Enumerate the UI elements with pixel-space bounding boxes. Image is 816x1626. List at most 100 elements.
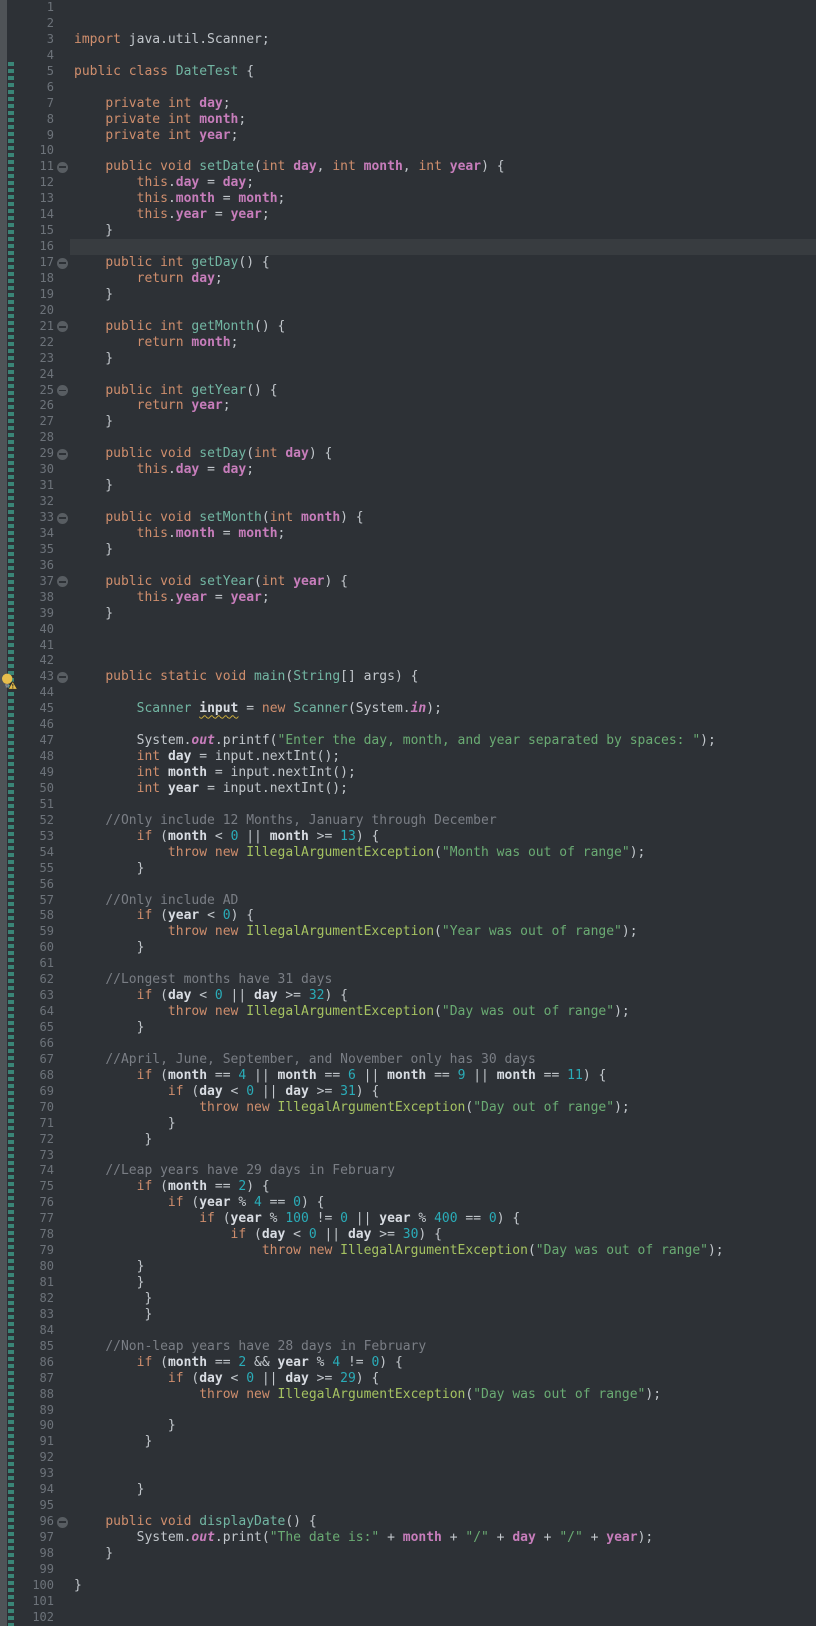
code-text[interactable] — [71, 1498, 816, 1514]
line-number[interactable]: 32 — [18, 494, 54, 510]
line-number[interactable]: 73 — [18, 1148, 54, 1164]
code-text[interactable] — [71, 1036, 816, 1052]
code-text[interactable]: } — [71, 1116, 816, 1132]
line-number[interactable]: 60 — [18, 940, 54, 956]
code-text[interactable]: public class DateTest { — [71, 64, 816, 80]
code-text[interactable]: throw new IllegalArgumentException("Day … — [71, 1387, 816, 1403]
fold-collapse-icon[interactable] — [54, 510, 71, 526]
line-number[interactable]: 44 — [18, 685, 54, 701]
code-text[interactable]: } — [71, 1132, 816, 1148]
code-text[interactable]: } — [71, 1434, 816, 1450]
line-number[interactable]: 67 — [18, 1052, 54, 1068]
line-number[interactable]: 12 — [18, 175, 54, 191]
code-text[interactable] — [71, 16, 816, 32]
line-number[interactable]: 39 — [18, 606, 54, 622]
line-number[interactable]: 94 — [18, 1482, 54, 1498]
fold-collapse-icon[interactable] — [54, 1514, 71, 1530]
code-text[interactable]: //Leap years have 29 days in February — [71, 1163, 816, 1179]
fold-collapse-icon[interactable] — [54, 574, 71, 590]
code-text[interactable]: this.month = month; — [71, 191, 816, 207]
line-number[interactable]: 92 — [18, 1450, 54, 1466]
line-number[interactable]: 2 — [18, 16, 54, 32]
line-number[interactable]: 17 — [18, 255, 54, 271]
line-number[interactable]: 69 — [18, 1084, 54, 1100]
code-text[interactable]: if (month < 0 || month >= 13) { — [71, 829, 816, 845]
line-number[interactable]: 91 — [18, 1434, 54, 1450]
line-number[interactable]: 48 — [18, 749, 54, 765]
code-text[interactable] — [71, 717, 816, 733]
code-text[interactable] — [71, 685, 816, 701]
line-number[interactable]: 9 — [18, 128, 54, 144]
line-number[interactable]: 43 — [18, 669, 54, 685]
code-text[interactable]: return day; — [71, 271, 816, 287]
code-text[interactable]: if (year % 4 == 0) { — [71, 1195, 816, 1211]
code-text[interactable]: public int getYear() { — [71, 383, 816, 399]
code-text[interactable] — [71, 1450, 816, 1466]
line-number[interactable]: 46 — [18, 717, 54, 733]
line-number[interactable]: 19 — [18, 287, 54, 303]
code-text[interactable]: System.out.print("The date is:" + month … — [71, 1530, 816, 1546]
line-number[interactable]: 65 — [18, 1020, 54, 1036]
line-number[interactable]: 10 — [18, 143, 54, 159]
line-number[interactable]: 72 — [18, 1132, 54, 1148]
line-number[interactable]: 87 — [18, 1371, 54, 1387]
code-text[interactable] — [71, 303, 816, 319]
code-text[interactable]: public void setDay(int day) { — [71, 446, 816, 462]
code-text[interactable]: this.year = year; — [71, 207, 816, 223]
fold-collapse-icon[interactable] — [54, 669, 71, 685]
code-text[interactable]: } — [71, 1275, 816, 1291]
line-number[interactable]: 61 — [18, 956, 54, 972]
line-number[interactable]: 79 — [18, 1243, 54, 1259]
line-number[interactable]: 45 — [18, 701, 54, 717]
line-number[interactable]: 77 — [18, 1211, 54, 1227]
line-number[interactable]: 53 — [18, 829, 54, 845]
line-number[interactable]: 102 — [18, 1610, 54, 1626]
code-text[interactable]: } — [71, 1578, 816, 1594]
code-text[interactable]: System.out.printf("Enter the day, month,… — [71, 733, 816, 749]
line-number[interactable]: 35 — [18, 542, 54, 558]
code-text[interactable]: if (day < 0 || day >= 30) { — [71, 1227, 816, 1243]
code-text[interactable]: public int getDay() { — [71, 255, 816, 271]
line-number[interactable]: 31 — [18, 478, 54, 494]
code-text[interactable]: throw new IllegalArgumentException("Day … — [71, 1004, 816, 1020]
line-number[interactable]: 97 — [18, 1530, 54, 1546]
line-number[interactable]: 64 — [18, 1004, 54, 1020]
line-number[interactable]: 15 — [18, 223, 54, 239]
line-number[interactable]: 11 — [18, 159, 54, 175]
code-text[interactable]: if (day < 0 || day >= 29) { — [71, 1371, 816, 1387]
code-text[interactable]: private int day; — [71, 96, 816, 112]
code-text[interactable]: return month; — [71, 335, 816, 351]
code-text[interactable]: if (day < 0 || day >= 31) { — [71, 1084, 816, 1100]
line-number[interactable]: 99 — [18, 1562, 54, 1578]
code-text[interactable] — [71, 877, 816, 893]
code-text[interactable]: public void setMonth(int month) { — [71, 510, 816, 526]
line-number[interactable]: 8 — [18, 112, 54, 128]
line-number[interactable]: 14 — [18, 207, 54, 223]
code-text[interactable]: //Longest months have 31 days — [71, 972, 816, 988]
code-text[interactable] — [71, 367, 816, 383]
code-text[interactable]: } — [71, 1418, 816, 1434]
code-text[interactable]: int year = input.nextInt(); — [71, 781, 816, 797]
code-text[interactable]: } — [71, 478, 816, 494]
line-number[interactable]: 1 — [18, 0, 54, 16]
line-number[interactable]: 66 — [18, 1036, 54, 1052]
code-text[interactable]: } — [71, 1482, 816, 1498]
line-number[interactable]: 58 — [18, 908, 54, 924]
code-text[interactable]: } — [71, 223, 816, 239]
code-text[interactable]: } — [71, 414, 816, 430]
code-text[interactable]: } — [71, 1259, 816, 1275]
code-text[interactable]: return year; — [71, 398, 816, 414]
line-number[interactable]: 52 — [18, 813, 54, 829]
line-number[interactable]: 41 — [18, 638, 54, 654]
line-number[interactable]: 101 — [18, 1594, 54, 1610]
line-number[interactable]: 85 — [18, 1339, 54, 1355]
line-number[interactable]: 80 — [18, 1259, 54, 1275]
line-number[interactable]: 90 — [18, 1418, 54, 1434]
code-text[interactable]: } — [71, 1291, 816, 1307]
code-text[interactable]: } — [71, 861, 816, 877]
code-text[interactable] — [71, 558, 816, 574]
line-number[interactable]: 6 — [18, 80, 54, 96]
line-number[interactable]: 55 — [18, 861, 54, 877]
code-text[interactable] — [71, 1466, 816, 1482]
code-text[interactable]: } — [71, 606, 816, 622]
